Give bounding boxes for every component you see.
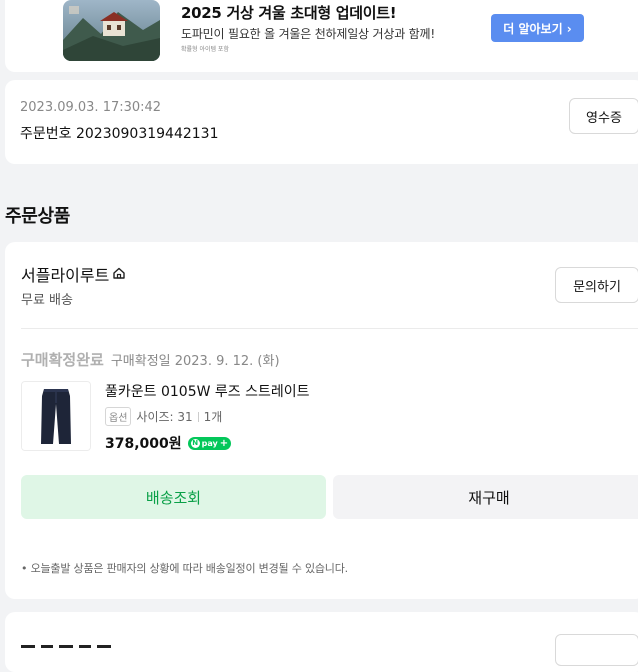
product-thumbnail[interactable]: [21, 381, 91, 451]
npay-plus-badge: N pay +: [187, 436, 232, 450]
track-delivery-button[interactable]: 배송조회: [21, 475, 326, 519]
option-value: 사이즈: 31: [136, 410, 193, 424]
status-date: 구매확정일 2023. 9. 12. (화): [110, 354, 280, 369]
rebuy-button[interactable]: 재구매: [333, 475, 638, 519]
ad-image[interactable]: [63, 0, 160, 61]
shipping-info: 무료 배송: [21, 293, 73, 308]
inquiry-button[interactable]: 문의하기: [555, 267, 638, 303]
order-info-card: 2023.09.03. 17:30:42 주문번호 20230903194421…: [5, 80, 638, 164]
product-option: 옵션 사이즈: 31 1개: [105, 407, 222, 426]
section-title: 주문상품: [5, 206, 71, 227]
order-number: 주문번호 2023090319442131: [20, 126, 219, 142]
quantity: 1개: [203, 410, 223, 424]
divider: [21, 328, 638, 329]
ad-banner[interactable]: 2025 거상 겨울 초대형 업데이트! 도파민이 필요한 올 겨울은 천하제일…: [5, 0, 638, 72]
order-datetime: 2023.09.03. 17:30:42: [20, 100, 162, 115]
product-price: 378,000원: [105, 436, 182, 452]
order-product-card: 서플라이루트 무료 배송 문의하기 구매확정완료 구매확정일 2023. 9. …: [5, 242, 638, 599]
option-separator: [197, 411, 199, 422]
next-seller-name-partial[interactable]: [21, 634, 131, 648]
option-tag: 옵션: [105, 407, 132, 426]
ad-learn-more-button[interactable]: 더 알아보기 ›: [491, 14, 584, 42]
ad-subtitle: 도파민이 필요한 올 겨울은 천하제일상 거상과 함께!: [181, 27, 435, 41]
product-price-row: 378,000원 N pay +: [105, 433, 232, 453]
product-name-link[interactable]: 풀카운트 0105W 루즈 스트레이트: [105, 381, 310, 401]
home-icon: [112, 265, 126, 284]
order-status: 구매확정완료 구매확정일 2023. 9. 12. (화): [21, 349, 280, 370]
receipt-button[interactable]: 영수증: [569, 98, 638, 134]
plus-icon: +: [219, 437, 229, 449]
pay-text: pay: [201, 438, 218, 448]
status-label: 구매확정완료: [21, 351, 104, 369]
next-inquiry-button[interactable]: [555, 634, 638, 666]
delivery-notice: • 오늘출발 상품은 판매자의 상황에 따라 배송일정이 변경될 수 있습니다.: [21, 562, 348, 575]
seller-name: 서플라이루트: [21, 266, 110, 285]
seller-name-link[interactable]: 서플라이루트: [21, 262, 126, 286]
ad-note: 확률형 아이템 포함: [181, 46, 229, 53]
ad-title: 2025 거상 겨울 초대형 업데이트!: [181, 4, 397, 22]
next-product-card: [5, 612, 638, 672]
naver-n-icon: N: [190, 438, 200, 448]
